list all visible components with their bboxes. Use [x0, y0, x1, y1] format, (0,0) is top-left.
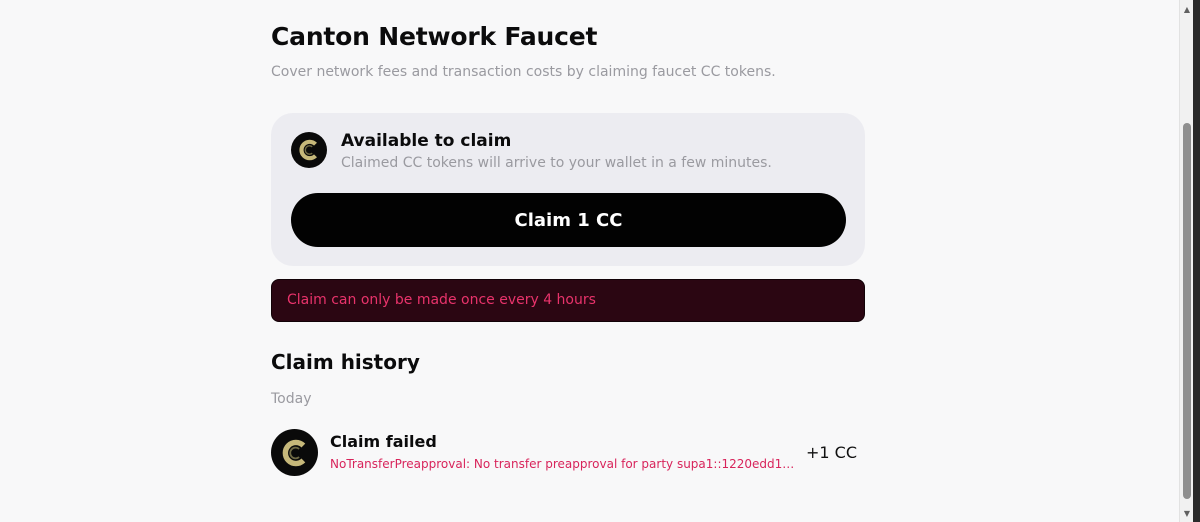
faucet-page: Canton Network Faucet Cover network fees…: [0, 0, 1200, 522]
history-item-title: Claim failed: [330, 432, 437, 451]
page-title: Canton Network Faucet: [271, 22, 598, 51]
vertical-scrollbar[interactable]: ▲ ▼: [1179, 0, 1194, 522]
claim-history-title: Claim history: [271, 350, 420, 374]
claim-button[interactable]: Claim 1 CC: [291, 193, 846, 247]
claim-card: Available to claim Claimed CC tokens wil…: [271, 113, 865, 266]
history-group-label: Today: [271, 391, 312, 407]
history-item-detail: NoTransferPreapproval: No transfer preap…: [330, 457, 800, 471]
scroll-down-icon[interactable]: ▼: [1180, 506, 1194, 520]
available-description: Claimed CC tokens will arrive to your wa…: [341, 155, 772, 171]
window-edge: [1193, 0, 1200, 522]
scrollbar-thumb[interactable]: [1183, 123, 1191, 499]
error-banner: Claim can only be made once every 4 hour…: [271, 279, 865, 322]
canton-coin-icon: [271, 429, 318, 476]
history-item-amount: +1 CC: [805, 443, 857, 462]
available-heading: Available to claim: [341, 131, 512, 151]
page-subtitle: Cover network fees and transaction costs…: [271, 64, 776, 80]
scroll-up-icon[interactable]: ▲: [1180, 2, 1194, 16]
history-item[interactable]: Claim failed NoTransferPreapproval: No t…: [271, 428, 865, 478]
error-message: Claim can only be made once every 4 hour…: [287, 292, 596, 308]
canton-coin-icon: [291, 132, 327, 168]
